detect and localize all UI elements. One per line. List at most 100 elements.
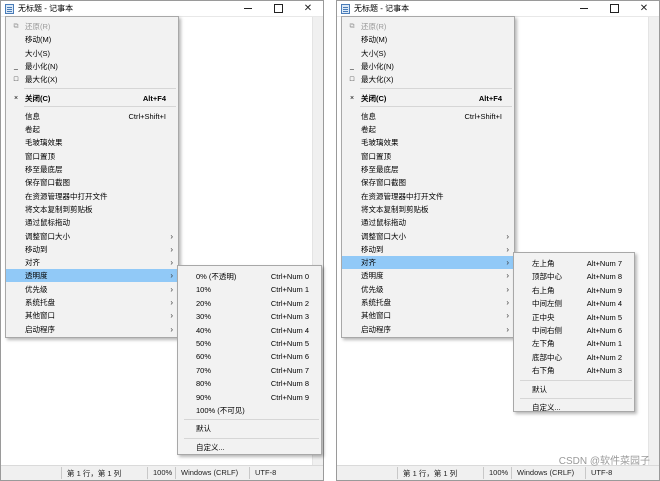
submenu-item[interactable]: 20% Ctrl+Num 2	[178, 297, 321, 310]
menu-item-label: 关闭(C)	[25, 93, 51, 103]
submenu-item[interactable]: 自定义...	[514, 401, 634, 414]
window-title: 无标题 - 记事本	[18, 4, 74, 13]
menu-item[interactable]: 调整窗口大小 ›	[6, 230, 178, 243]
submenu-item[interactable]: 10% Ctrl+Num 1	[178, 283, 321, 296]
submenu-item-shortcut: Alt+Num 6	[586, 326, 622, 335]
menu-item[interactable]: 大小(S)	[6, 47, 178, 60]
minimize-button[interactable]	[233, 1, 263, 16]
menu-item[interactable]: 透明度 ›	[6, 269, 178, 283]
menu-item[interactable]: 将文本复制到剪贴板	[6, 203, 178, 216]
close-button[interactable]: ✕	[293, 1, 323, 16]
menu-item[interactable]: 优先级 ›	[342, 283, 514, 296]
menu-item[interactable]: 将文本复制到剪贴板	[342, 203, 514, 216]
submenu-item[interactable]: 中间右侧 Alt+Num 6	[514, 324, 634, 337]
submenu-item[interactable]: 左下角 Alt+Num 1	[514, 337, 634, 350]
menu-item[interactable]: 移动(M)	[342, 33, 514, 46]
menu-item[interactable]: 卷起	[6, 123, 178, 136]
submenu-item-label: 右上角	[532, 285, 555, 295]
menu-item-label: 其他窗口	[361, 311, 391, 321]
submenu-item[interactable]: 60% Ctrl+Num 6	[178, 350, 321, 363]
menu-item[interactable]: 启动程序 ›	[6, 323, 178, 336]
menu-item-label: 移动到	[25, 244, 48, 254]
menu-item[interactable]: 系统托盘 ›	[342, 296, 514, 309]
menu-item[interactable]: 通过鼠标拖动	[342, 216, 514, 229]
menu-item[interactable]: 毛玻璃效果	[6, 136, 178, 149]
menu-item[interactable]: 启动程序 ›	[342, 323, 514, 336]
submenu-item-label: 默认	[532, 384, 547, 394]
menu-item[interactable]: 卷起	[342, 123, 514, 136]
menu-item[interactable]: □ 最大化(X)	[6, 73, 178, 86]
menu-item[interactable]: 移至最底层	[6, 163, 178, 176]
menu-item[interactable]: 在资源管理器中打开文件	[6, 190, 178, 203]
menu-item[interactable]: _ 最小化(N)	[342, 60, 514, 73]
submenu-item[interactable]: 50% Ctrl+Num 5	[178, 337, 321, 350]
vertical-scrollbar[interactable]	[648, 17, 659, 466]
submenu-item[interactable]: 顶部中心 Alt+Num 8	[514, 270, 634, 283]
menu-item[interactable]: ⧉ 还原(R)	[342, 20, 514, 33]
menu-item-label: 调整窗口大小	[361, 231, 406, 241]
menu-item-label: 移至最底层	[361, 165, 399, 174]
submenu-item[interactable]: 左上角 Alt+Num 7	[514, 257, 634, 270]
menu-item[interactable]: 窗口置顶	[6, 150, 178, 163]
menu-item[interactable]: 对齐 ›	[342, 256, 514, 270]
menu-item[interactable]: 窗口置顶	[342, 150, 514, 163]
menu-item[interactable]: 移动到 ›	[6, 243, 178, 256]
submenu-item[interactable]: 默认	[178, 422, 321, 435]
menu-item[interactable]: 对齐 ›	[6, 256, 178, 269]
menu-item[interactable]: 毛玻璃效果	[342, 136, 514, 149]
menu-item[interactable]: × 关闭(C) Alt+F4	[6, 92, 178, 105]
menu-item[interactable]: 其他窗口 ›	[342, 309, 514, 322]
title-bar[interactable]: 无标题 - 记事本 ✕	[1, 1, 323, 16]
submenu-item[interactable]: 中间左侧 Alt+Num 4	[514, 297, 634, 310]
menu-item[interactable]: 其他窗口 ›	[6, 309, 178, 322]
menu-item-label: 信息	[361, 111, 376, 121]
menu-item-label: 关闭(C)	[361, 93, 387, 103]
menu-item[interactable]: 在资源管理器中打开文件	[342, 190, 514, 203]
submenu-item[interactable]: 底部中心 Alt+Num 2	[514, 351, 634, 364]
submenu-item[interactable]: 80% Ctrl+Num 8	[178, 377, 321, 390]
menu-item[interactable]: 透明度 ›	[342, 269, 514, 282]
submenu-item[interactable]: 70% Ctrl+Num 7	[178, 364, 321, 377]
menu-item[interactable]: 信息 Ctrl+Shift+I	[342, 110, 514, 123]
submenu-item[interactable]: 0% (不透明) Ctrl+Num 0	[178, 270, 321, 283]
submenu-item[interactable]: 90% Ctrl+Num 9	[178, 391, 321, 404]
submenu-item[interactable]: 100% (不可见)	[178, 404, 321, 417]
status-line-ending: Windows (CRLF)	[517, 468, 575, 477]
submenu-item[interactable]: 自定义...	[178, 441, 321, 454]
submenu-item-label: 默认	[196, 424, 211, 434]
menu-item[interactable]: 保存窗口截图	[342, 176, 514, 189]
submenu-item-shortcut: Alt+Num 9	[586, 285, 622, 295]
menu-item[interactable]: ⧉ 还原(R)	[6, 20, 178, 33]
submenu-item[interactable]: 右上角 Alt+Num 9	[514, 284, 634, 297]
minimize-button[interactable]	[569, 1, 599, 16]
submenu-item[interactable]: 30% Ctrl+Num 3	[178, 310, 321, 323]
menu-item[interactable]: 优先级 ›	[6, 283, 178, 296]
maximize-button[interactable]	[599, 1, 629, 16]
menu-item[interactable]: 大小(S)	[342, 47, 514, 60]
menu-item[interactable]: 保存窗口截图	[6, 176, 178, 189]
menu-item[interactable]: 通过鼠标拖动	[6, 216, 178, 229]
submenu-item[interactable]: 默认	[514, 383, 634, 396]
submenu-item[interactable]: 右下角 Alt+Num 3	[514, 364, 634, 377]
title-bar[interactable]: 无标题 - 记事本 ✕	[337, 1, 659, 16]
submenu-item-label: 顶部中心	[532, 272, 562, 282]
menu-item[interactable]: × 关闭(C) Alt+F4	[342, 92, 514, 105]
menu-item[interactable]: 移动(M)	[6, 33, 178, 46]
menu-item[interactable]: 信息 Ctrl+Shift+I	[6, 110, 178, 123]
close-button[interactable]: ✕	[629, 1, 659, 16]
menu-item[interactable]: 移至最底层	[342, 163, 514, 176]
menu-item[interactable]: 系统托盘 ›	[6, 296, 178, 309]
submenu-item-label: 底部中心	[532, 352, 562, 362]
menu-item-label: 卷起	[25, 125, 40, 135]
menu-item[interactable]: 移动到 ›	[342, 243, 514, 256]
maximize-button[interactable]	[263, 1, 293, 16]
notepad-window-right: 无标题 - 记事本 ✕ 第 1 行，第 1 列 100% Windows (CR…	[336, 0, 660, 481]
submenu-item-label: 10%	[196, 285, 212, 295]
menu-item[interactable]: □ 最大化(X)	[342, 73, 514, 86]
submenu-item[interactable]: 40% Ctrl+Num 4	[178, 324, 321, 337]
menu-item[interactable]: _ 最小化(N)	[6, 60, 178, 73]
status-position: 第 1 行，第 1 列	[403, 469, 458, 478]
menu-item-label: 其他窗口	[25, 311, 55, 321]
menu-item[interactable]: 调整窗口大小 ›	[342, 230, 514, 243]
submenu-item[interactable]: 正中央 Alt+Num 5	[514, 311, 634, 324]
